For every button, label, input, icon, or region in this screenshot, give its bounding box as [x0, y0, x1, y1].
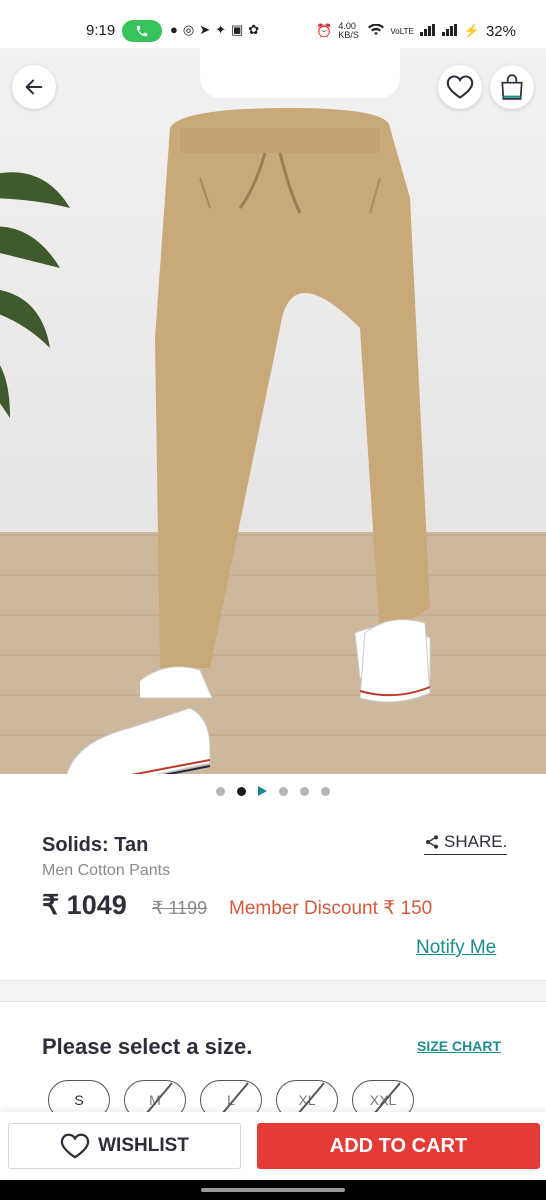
member-discount: Member Discount ₹ 150 — [229, 898, 433, 919]
share-button[interactable]: SHARE. — [424, 832, 508, 855]
shopping-bag-button[interactable] — [490, 65, 534, 109]
product-mrp: ₹ 1199 — [152, 898, 208, 918]
plant-decoration — [0, 172, 70, 418]
wishlist-label: WISHLIST — [98, 1135, 189, 1156]
alarm-icon: ⏰ — [316, 23, 333, 38]
add-to-cart-label: ADD TO CART — [329, 1134, 468, 1157]
status-time: 9:19 — [86, 22, 116, 39]
system-nav-bar — [0, 1180, 546, 1200]
charging-icon: ⚡ — [463, 23, 480, 38]
size-prompt: Please select a size. — [42, 1034, 253, 1059]
gallery-dot-6[interactable] — [321, 786, 330, 796]
arrow-left-icon — [25, 79, 43, 95]
product-subtitle: Men Cotton Pants — [42, 862, 171, 879]
product-image[interactable] — [0, 48, 546, 774]
bottom-action-bar: WISHLIST ADD TO CART — [0, 1112, 546, 1180]
net-speed: 4.00 KB/S — [338, 21, 359, 40]
gallery-pagination — [0, 784, 546, 798]
battery-level: 32% — [485, 22, 516, 40]
shopping-bag-icon — [501, 74, 523, 100]
back-button[interactable] — [12, 65, 56, 109]
home-gesture-handle[interactable] — [201, 1188, 345, 1192]
gallery-dot-2[interactable] — [237, 786, 246, 796]
wishlist-button[interactable]: WISHLIST — [8, 1123, 241, 1169]
gallery-dot-5[interactable] — [300, 786, 309, 796]
carrier-label: VoLTE — [390, 26, 414, 36]
section-divider — [0, 980, 546, 1002]
video-play-icon[interactable] — [258, 786, 267, 796]
system-icons: ⏰ 4.00 KB/S VoLTE ⚡ 32% — [316, 22, 516, 40]
notify-me-link[interactable]: Notify Me — [416, 937, 496, 959]
size-chart-link[interactable]: SIZE CHART — [417, 1038, 501, 1054]
left-shoe — [66, 707, 211, 774]
signal-icon-2 — [441, 23, 458, 39]
heart-icon — [60, 1133, 90, 1159]
gallery-dot-1[interactable] — [216, 786, 225, 796]
signal-icon — [419, 23, 436, 39]
wishlist-heart-button[interactable] — [438, 65, 482, 109]
share-icon — [426, 835, 438, 849]
heart-icon — [446, 75, 474, 99]
right-shoe — [359, 619, 431, 703]
notification-icons: ●◎➤✦▣✿ — [170, 22, 265, 37]
share-label: SHARE. — [444, 832, 508, 851]
status-bar: 9:19 ●◎➤✦▣✿ ⏰ 4.00 KB/S VoLTE ⚡ 32% — [0, 0, 546, 48]
product-price: ₹ 1049 — [42, 890, 127, 920]
product-title: Solids: Tan — [42, 834, 149, 856]
gallery-dot-4[interactable] — [279, 786, 288, 796]
wifi-icon — [368, 23, 385, 39]
phone-icon[interactable] — [122, 20, 162, 42]
add-to-cart-button[interactable]: ADD TO CART — [257, 1123, 540, 1169]
